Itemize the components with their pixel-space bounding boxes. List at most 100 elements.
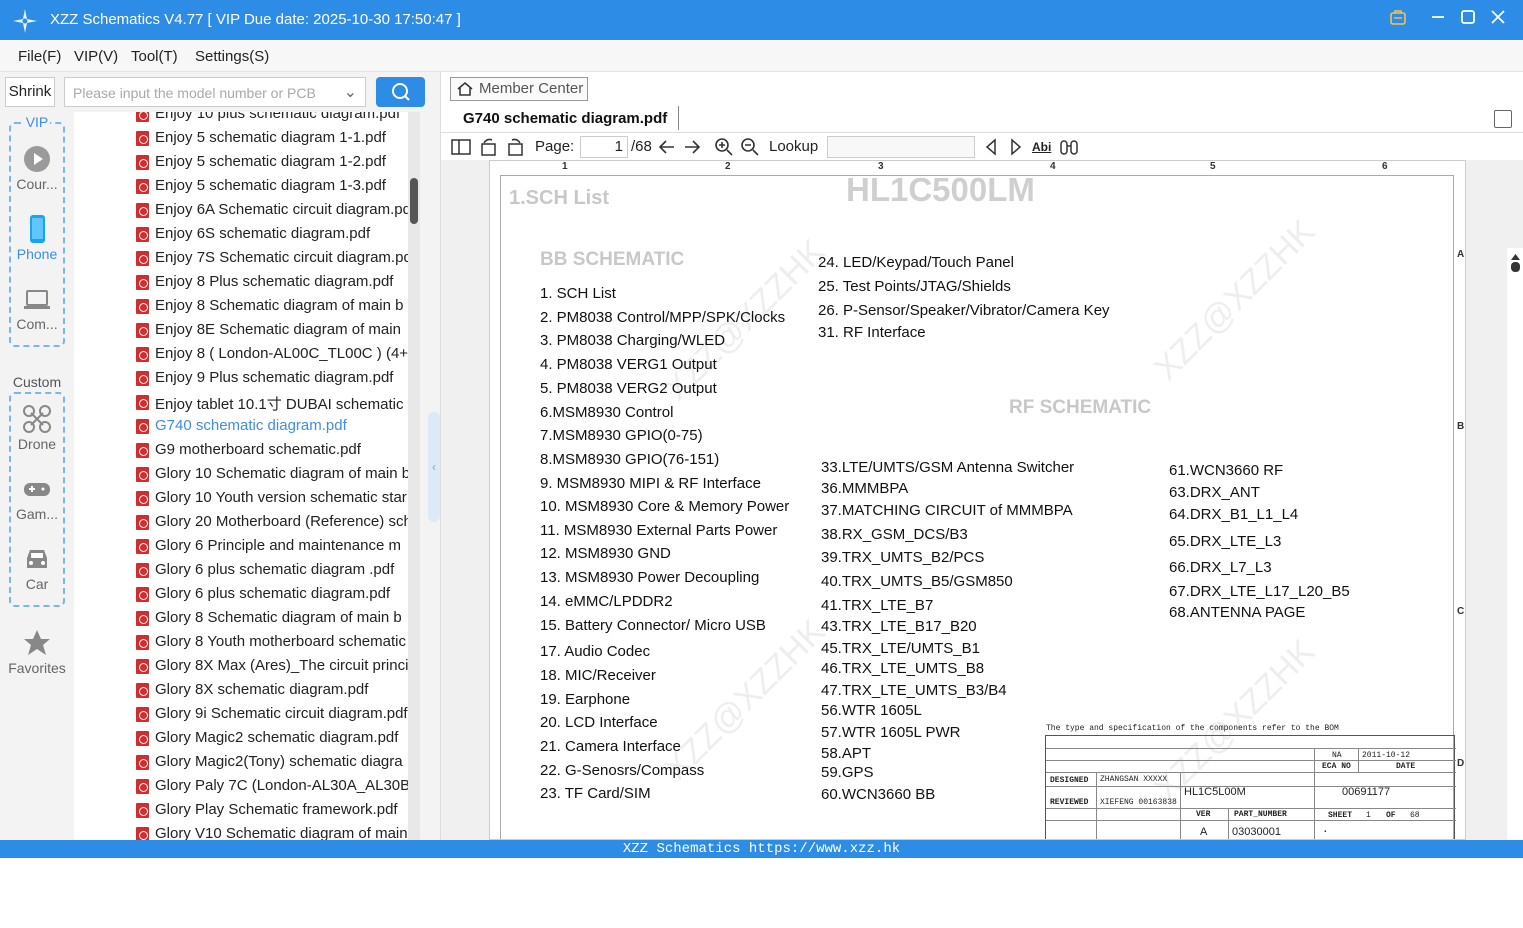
member-center-button[interactable]: Member Center xyxy=(450,77,588,101)
binoculars-icon[interactable] xyxy=(1059,137,1079,157)
file-name: Glory 8X schematic diagram.pdf xyxy=(155,681,369,698)
ver-value: A xyxy=(1200,826,1208,838)
schematic-index-entry: 41.TRX_LTE_B7 xyxy=(821,597,934,614)
file-list-item[interactable]: Enjoy 6S schematic diagram.pdf xyxy=(136,224,408,248)
file-list-item[interactable]: Glory 20 Motherboard (Reference) sch xyxy=(136,512,408,536)
menu-file[interactable]: File(F) xyxy=(18,48,61,65)
search-input[interactable]: Please input the model number or PCB ⌄ xyxy=(64,77,366,107)
menu-tool[interactable]: Tool(T) xyxy=(131,48,178,65)
pdf-icon xyxy=(136,827,149,840)
file-list-item[interactable]: Glory 10 Schematic diagram of main b xyxy=(136,464,408,488)
pdf-icon xyxy=(136,563,149,578)
column-marker: 6 xyxy=(1382,161,1388,172)
rail-item-computer[interactable]: Com... xyxy=(0,284,74,332)
close-button[interactable] xyxy=(1486,8,1510,32)
menu-vip[interactable]: VIP(V) xyxy=(74,48,118,65)
pdf-icon xyxy=(136,347,149,362)
schematic-index-entry: 47.TRX_LTE_UMTS_B3/B4 xyxy=(821,682,1007,699)
shrink-button[interactable]: Shrink xyxy=(5,77,55,107)
document-viewport[interactable]: XZZ@XZZHK XZZ@XZZHK XZZ@XZZHK XZZ@XZZHK … xyxy=(441,160,1523,928)
file-list-item[interactable]: Enjoy 8 ( London-AL00C_TL00C ) (4+6 xyxy=(136,344,408,368)
match-case-icon[interactable]: Abi xyxy=(1032,140,1051,154)
file-list-item[interactable]: Glory Magic2(Tony) schematic diagra xyxy=(136,752,408,776)
pdf-icon xyxy=(136,683,149,698)
search-button[interactable] xyxy=(376,77,425,107)
file-list-item[interactable]: Enjoy 9 Plus schematic diagram.pdf xyxy=(136,368,408,392)
ver-label: VER xyxy=(1196,810,1211,819)
file-list-item[interactable]: G740 schematic diagram.pdf xyxy=(136,416,408,440)
file-name: Enjoy 8 Schematic diagram of main b xyxy=(155,297,404,314)
scrollbar-thumb[interactable] xyxy=(410,178,418,224)
panel-splitter-handle[interactable]: ‹ xyxy=(428,412,440,522)
file-list-item[interactable]: Enjoy 6A Schematic circuit diagram.pdf xyxy=(136,200,408,224)
lookup-input[interactable] xyxy=(827,136,975,158)
file-list-item[interactable]: Enjoy 5 schematic diagram 1-1.pdf xyxy=(136,128,408,152)
column-marker: 3 xyxy=(878,161,884,172)
rail-item-car[interactable]: Car xyxy=(0,544,74,592)
chevron-down-icon[interactable]: ⌄ xyxy=(344,82,357,102)
next-page-icon[interactable] xyxy=(682,137,702,157)
pdf-icon xyxy=(136,779,149,794)
schematic-index-entry: 9. MSM8930 MIPI & RF Interface xyxy=(540,475,761,492)
left-panel: Shrink Please input the model number or … xyxy=(0,72,440,840)
file-list-item[interactable]: Glory Magic2 schematic diagram.pdf xyxy=(136,728,408,752)
file-list-item[interactable]: Enjoy tablet 10.1寸 DUBAI schematic c xyxy=(136,392,408,416)
rotate-right-icon[interactable] xyxy=(506,137,526,157)
pdf-icon xyxy=(136,323,149,338)
scrollbar-thumb[interactable] xyxy=(1511,262,1520,272)
menu-settings[interactable]: Settings(S) xyxy=(195,48,269,65)
zoom-out-icon[interactable] xyxy=(740,137,760,157)
file-list-item[interactable]: G9 motherboard schematic.pdf xyxy=(136,440,408,464)
schematic-index-entry: 26. P-Sensor/Speaker/Vibrator/Camera Key xyxy=(818,302,1110,319)
zoom-in-icon[interactable] xyxy=(714,137,734,157)
minimize-button[interactable] xyxy=(1426,8,1450,32)
tab-document[interactable]: G740 schematic diagram.pdf xyxy=(463,110,667,127)
file-list-item[interactable]: Glory 9i Schematic circuit diagram.pdf xyxy=(136,704,408,728)
sheet-dot: . xyxy=(1322,824,1329,836)
rail-item-courses[interactable]: Cour... xyxy=(0,144,74,192)
member-center-label: Member Center xyxy=(479,80,584,97)
rail-item-favorites[interactable]: Favorites xyxy=(0,628,74,676)
file-list-item[interactable]: Glory 8 Youth motherboard schematic xyxy=(136,632,408,656)
document-scrollbar[interactable] xyxy=(1507,248,1523,928)
file-list-item[interactable]: Glory 6 plus schematic diagram.pdf xyxy=(136,584,408,608)
rail-item-games[interactable]: Gam... xyxy=(0,474,74,522)
file-list-item[interactable]: Glory 8 Schematic diagram of main b xyxy=(136,608,408,632)
file-name: Glory 6 plus schematic diagram.pdf xyxy=(155,585,391,602)
find-next-icon[interactable] xyxy=(1006,137,1026,157)
file-list-item[interactable]: Glory 8X schematic diagram.pdf xyxy=(136,680,408,704)
of-label: OF xyxy=(1386,811,1396,820)
file-list-item[interactable]: Glory Paly 7C (London-AL30A_AL30B_ xyxy=(136,776,408,800)
pdf-icon xyxy=(136,227,149,242)
file-list-item[interactable]: Glory 6 Principle and maintenance m xyxy=(136,536,408,560)
file-list-scrollbar[interactable] xyxy=(408,112,420,840)
file-list-item[interactable]: Glory 8X Max (Ares)_The circuit princi xyxy=(136,656,408,680)
rail-item-phone[interactable]: Phone xyxy=(0,214,74,262)
sidebar-toggle-icon[interactable] xyxy=(451,137,471,157)
vip-bag-icon[interactable] xyxy=(1386,8,1410,32)
file-list-item[interactable]: Enjoy 10 plus schematic diagram.pdf xyxy=(136,112,408,128)
file-list-item[interactable]: Glory V10 Schematic diagram of main xyxy=(136,824,408,840)
rotate-left-icon[interactable] xyxy=(479,137,499,157)
maximize-button[interactable] xyxy=(1456,8,1480,32)
file-list-item[interactable]: Enjoy 8 Plus schematic diagram.pdf xyxy=(136,272,408,296)
file-list-item[interactable]: Enjoy 7S Schematic circuit diagram.pdf xyxy=(136,248,408,272)
file-list-item[interactable]: Glory 6 plus schematic diagram .pdf xyxy=(136,560,408,584)
pdf-icon xyxy=(136,587,149,602)
pdf-icon xyxy=(136,443,149,458)
file-list-item[interactable]: Glory 10 Youth version schematic star xyxy=(136,488,408,512)
sch-list-heading: 1.SCH List xyxy=(509,187,610,209)
close-tab-icon[interactable] xyxy=(1494,110,1512,128)
file-list-item[interactable]: Enjoy 8 Schematic diagram of main b xyxy=(136,296,408,320)
find-prev-icon[interactable] xyxy=(981,137,1001,157)
schematic-index-entry: 59.GPS xyxy=(821,764,874,781)
of-value: 68 xyxy=(1410,811,1420,820)
file-list-item[interactable]: Glory Play Schematic framework.pdf xyxy=(136,800,408,824)
file-list-item[interactable]: Enjoy 8E Schematic diagram of main xyxy=(136,320,408,344)
prev-page-icon[interactable] xyxy=(657,137,677,157)
rail-item-drone[interactable]: Drone xyxy=(0,404,74,452)
page-number-input[interactable]: 1 xyxy=(580,136,628,158)
status-bar: XZZ Schematics https://www.xzz.hk xyxy=(0,840,1523,858)
file-list-item[interactable]: Enjoy 5 schematic diagram 1-3.pdf xyxy=(136,176,408,200)
file-list-item[interactable]: Enjoy 5 schematic diagram 1-2.pdf xyxy=(136,152,408,176)
